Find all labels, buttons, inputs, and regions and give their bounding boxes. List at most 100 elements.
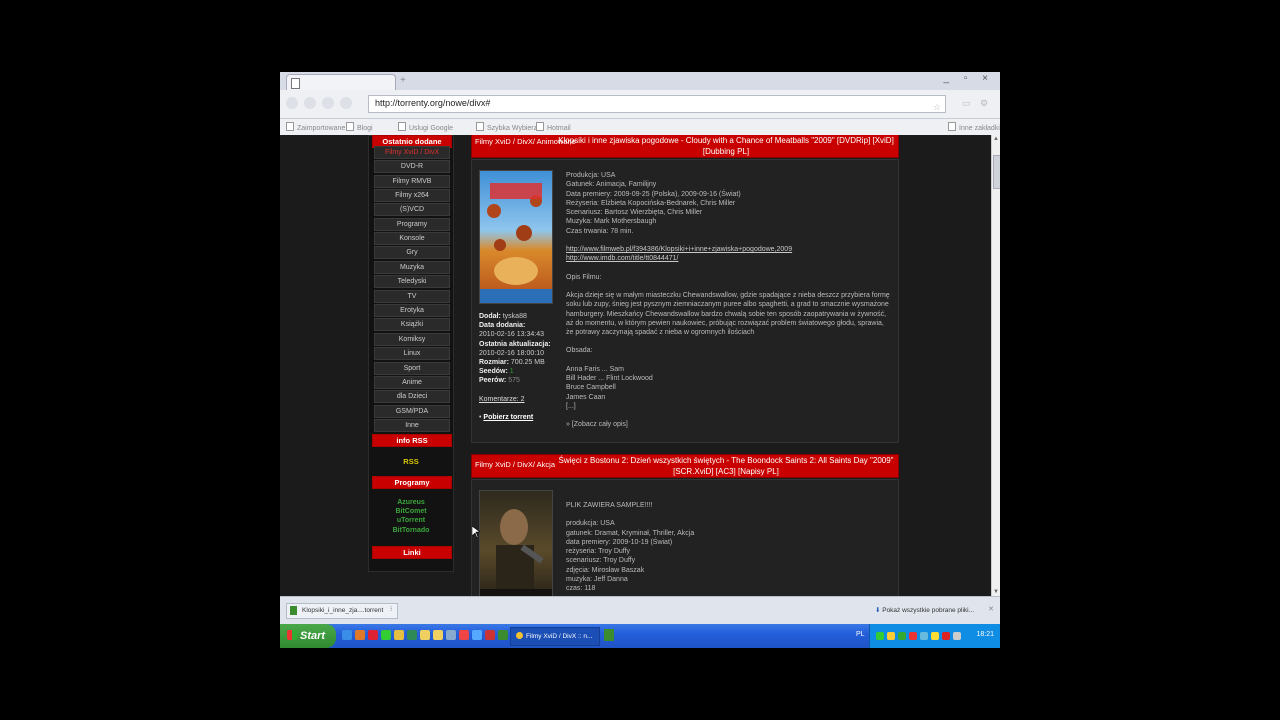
- program-link[interactable]: BitTornado: [369, 526, 453, 535]
- sidebar-item-inne[interactable]: Inne: [374, 419, 450, 432]
- sidebar-item-ksiazki[interactable]: Książki: [374, 318, 450, 331]
- sidebar-item-konsole[interactable]: Konsole: [374, 232, 450, 245]
- download-filename: Klopsiki_i_inne_zja....torrent: [302, 607, 384, 614]
- sidebar-item-komiksy[interactable]: Komiksy: [374, 333, 450, 346]
- sidebar-item-teledyski[interactable]: Teledyski: [374, 275, 450, 288]
- sidebar-item-gry[interactable]: Gry: [374, 246, 450, 259]
- torrent-title[interactable]: Klopsiki i inne zjawiska pogodowe - Clou…: [558, 136, 894, 157]
- app-icon[interactable]: [472, 630, 482, 640]
- sidebar-item-tv[interactable]: TV: [374, 290, 450, 303]
- program-link[interactable]: BitComet: [369, 507, 453, 516]
- label: Dodał:: [479, 313, 501, 320]
- app-icon[interactable]: [407, 630, 417, 640]
- download-menu-icon[interactable]: ⁝: [390, 605, 392, 613]
- page-menu-icon[interactable]: ▭: [962, 98, 971, 109]
- ie-icon[interactable]: [342, 630, 352, 640]
- other-bookmarks[interactable]: Inne zakładki: [948, 122, 1000, 132]
- utorrent-icon[interactable]: [498, 630, 508, 640]
- peers: 575: [508, 377, 520, 385]
- folder-icon[interactable]: [394, 630, 404, 640]
- folder-icon[interactable]: [433, 630, 443, 640]
- page-scrollbar[interactable]: ▲ ▼: [991, 135, 1000, 596]
- forward-icon[interactable]: [304, 97, 316, 109]
- info-line: Muzyka: Mark Mothersbaugh: [566, 218, 657, 226]
- scroll-down-icon[interactable]: ▼: [993, 589, 999, 595]
- sidebar-header-links[interactable]: Linki: [372, 546, 452, 559]
- bookmark-item[interactable]: Zaimportowane: [286, 122, 345, 132]
- sidebar-item-sport[interactable]: Sport: [374, 362, 450, 375]
- movie-poster[interactable]: [479, 490, 553, 596]
- date-added: 2010-02-16 13:34:43: [479, 331, 544, 339]
- download-item[interactable]: Klopsiki_i_inne_zja....torrent: [286, 603, 398, 619]
- bookmark-item[interactable]: Hotmail: [536, 122, 571, 132]
- firefox-icon[interactable]: [355, 630, 365, 640]
- sidebar-item-linux[interactable]: Linux: [374, 347, 450, 360]
- torrent-title[interactable]: Święci z Bostonu 2: Dzień wszystkich świ…: [558, 456, 894, 477]
- comments-link[interactable]: Komentarze: 2: [479, 396, 525, 403]
- movie-poster[interactable]: [479, 170, 553, 304]
- sidebar-item-dzieci[interactable]: dla Dzieci: [374, 390, 450, 403]
- size: 700.25 MB: [510, 359, 545, 367]
- volume-icon[interactable]: [953, 632, 961, 640]
- address-bar[interactable]: http://torrenty.org/nowe/divx# ☆: [368, 95, 946, 113]
- window-controls[interactable]: _ ▫ ×: [943, 73, 994, 84]
- rss-link[interactable]: RSS: [369, 457, 453, 466]
- tray-icon[interactable]: [876, 632, 884, 640]
- show-all-downloads-link[interactable]: Pokaż wszystkie pobrane pliki...: [875, 606, 974, 614]
- see-full-link[interactable]: » [Zobacz cały opis]: [566, 420, 892, 429]
- program-link[interactable]: uTorrent: [369, 516, 453, 525]
- chrome-icon[interactable]: [381, 630, 391, 640]
- app-icon[interactable]: [485, 630, 495, 640]
- home-icon[interactable]: [340, 97, 352, 109]
- sidebar-item-programy[interactable]: Programy: [374, 218, 450, 231]
- sidebar-item-rmvb[interactable]: Filmy RMVB: [374, 175, 450, 188]
- utorrent-task-icon[interactable]: [604, 629, 614, 641]
- info-line: Czas trwania: 78 min.: [566, 227, 634, 235]
- sidebar-item-gsm[interactable]: GSM/PDA: [374, 405, 450, 418]
- tray-icon[interactable]: [909, 632, 917, 640]
- wrench-icon[interactable]: ⚙: [980, 98, 988, 109]
- imdb-link[interactable]: http://www.imdb.com/title/tt0844471/: [566, 254, 892, 263]
- browser-tab[interactable]: [286, 74, 396, 91]
- opera-icon[interactable]: [368, 630, 378, 640]
- scroll-up-icon[interactable]: ▲: [993, 136, 999, 142]
- star-icon[interactable]: ☆: [933, 102, 941, 113]
- close-icon[interactable]: ✕: [988, 605, 994, 613]
- sidebar-item-anime[interactable]: Anime: [374, 376, 450, 389]
- scroll-thumb[interactable]: [993, 155, 1000, 189]
- sidebar-item-x264[interactable]: Filmy x264: [374, 189, 450, 202]
- explorer-icon[interactable]: [420, 630, 430, 640]
- app-icon[interactable]: [446, 630, 456, 640]
- bookmark-item[interactable]: Blogi: [346, 122, 373, 132]
- poster-art: [480, 509, 552, 596]
- info-line: data premiery: 2009-10-19 (Świat): [566, 538, 673, 546]
- tray-icon[interactable]: [887, 632, 895, 640]
- media-icon[interactable]: [459, 630, 469, 640]
- sidebar-item-erotyka[interactable]: Erotyka: [374, 304, 450, 317]
- program-link[interactable]: Azureus: [369, 498, 453, 507]
- url-text: http://torrenty.org/nowe/divx#: [375, 98, 491, 108]
- download-torrent-link[interactable]: Pobierz torrent: [483, 414, 533, 421]
- bookmark-item[interactable]: Szybka Wybierz: [476, 122, 537, 132]
- start-button[interactable]: Start: [280, 624, 336, 648]
- reload-icon[interactable]: [322, 97, 334, 109]
- filmweb-link[interactable]: http://www.filmweb.pl/f394386/Klopsiki+i…: [566, 245, 892, 254]
- sidebar-item-xvid[interactable]: Filmy XviD / DivX: [374, 146, 450, 159]
- label: Seedów:: [479, 368, 508, 376]
- bookmark-item[interactable]: Uslugi Google: [398, 122, 453, 132]
- tray-icon[interactable]: [920, 632, 928, 640]
- screen: + _ ▫ × http://torrenty.org/nowe/divx# ☆…: [280, 72, 1000, 648]
- label: Rozmiar:: [479, 359, 509, 367]
- language-indicator[interactable]: PL: [856, 631, 865, 638]
- new-tab-icon[interactable]: +: [400, 75, 406, 86]
- sidebar-item-svcd[interactable]: (S)VCD: [374, 203, 450, 216]
- back-icon[interactable]: [286, 97, 298, 109]
- taskbar-browser-window[interactable]: Filmy XviD / DivX :: n...: [510, 627, 600, 646]
- tray-icon[interactable]: [942, 632, 950, 640]
- tray-icon[interactable]: [931, 632, 939, 640]
- sidebar-item-muzyka[interactable]: Muzyka: [374, 261, 450, 274]
- sidebar-item-dvdr[interactable]: DVD-R: [374, 160, 450, 173]
- torrent-category[interactable]: Filmy XviD / DivX/ Akcja: [475, 460, 555, 469]
- info-line: produkcja: USA: [566, 520, 615, 528]
- tray-icon[interactable]: [898, 632, 906, 640]
